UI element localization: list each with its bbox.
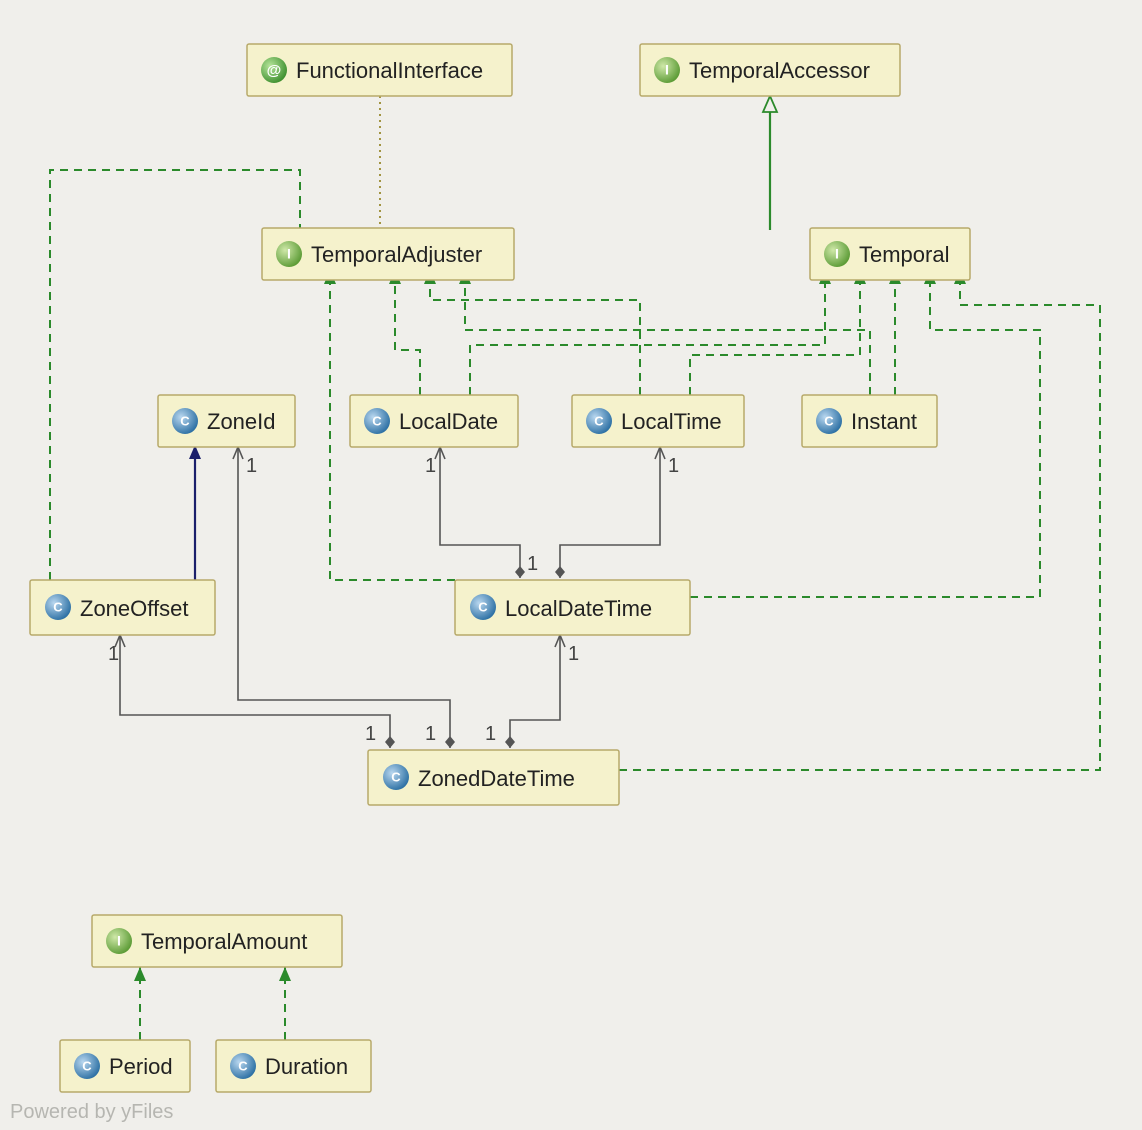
node-label: ZoneId — [207, 409, 276, 434]
node-label: Period — [109, 1054, 173, 1079]
node-zoneoffset: C ZoneOffset — [30, 580, 215, 635]
node-label: LocalDateTime — [505, 596, 652, 621]
node-functionalinterface: @ FunctionalInterface — [247, 44, 512, 96]
node-localdate: C LocalDate — [350, 395, 518, 447]
svg-text:I: I — [835, 246, 839, 262]
svg-text:C: C — [238, 1058, 248, 1073]
mult-zoneid: 1 — [246, 455, 257, 477]
node-label: Instant — [851, 409, 917, 434]
edge-instant-realize-adjuster — [465, 270, 870, 395]
node-label: TemporalAdjuster — [311, 242, 482, 267]
svg-text:C: C — [478, 599, 488, 614]
footer-watermark: Powered by yFiles — [10, 1101, 173, 1123]
node-period: C Period — [60, 1040, 190, 1092]
svg-text:C: C — [53, 599, 63, 614]
mult-localtime: 1 — [668, 455, 679, 477]
svg-text:C: C — [372, 413, 382, 428]
mult-localdate: 1 — [425, 455, 436, 477]
node-instant: C Instant — [802, 395, 937, 447]
node-temporaladjuster: I TemporalAdjuster — [262, 228, 514, 280]
mult-ldt-ld: 1 — [527, 553, 538, 575]
node-label: ZoneOffset — [80, 596, 188, 621]
edge-zdt-has-zoneid — [238, 447, 450, 748]
node-localdatetime: C LocalDateTime — [455, 580, 690, 635]
mult-zdt-zo: 1 — [365, 723, 376, 745]
mult-zoneoffset: 1 — [108, 643, 119, 665]
edge-localdate-realize-adjuster — [395, 270, 420, 395]
node-label: LocalTime — [621, 409, 722, 434]
edge-localdate-realize-temporal — [470, 270, 825, 395]
node-temporalamount: I TemporalAmount — [92, 915, 342, 967]
svg-text:I: I — [287, 246, 291, 262]
node-label: Duration — [265, 1054, 348, 1079]
node-zoneid: C ZoneId — [158, 395, 295, 447]
uml-diagram: 1 1 1 1 1 1 1 1 1 1 @ FunctionalInterfac… — [0, 0, 1142, 1130]
edge-localtime-realize-temporal — [690, 270, 860, 395]
edge-ldt-has-localtime — [560, 447, 660, 578]
node-label: FunctionalInterface — [296, 58, 483, 83]
node-zoneddatetime: C ZonedDateTime — [368, 750, 619, 805]
edge-zdt-has-localdatetime — [510, 635, 560, 748]
mult-ldt: 1 — [568, 643, 579, 665]
svg-text:C: C — [824, 413, 834, 428]
svg-text:I: I — [665, 62, 669, 78]
node-temporalaccessor: I TemporalAccessor — [640, 44, 900, 96]
node-label: Temporal — [859, 242, 949, 267]
mult-zdt-zi: 1 — [425, 723, 436, 745]
edge-zdt-has-zoneoffset — [120, 635, 390, 748]
node-temporal: I Temporal — [810, 228, 970, 280]
node-localtime: C LocalTime — [572, 395, 744, 447]
edge-ldt-has-localdate — [440, 447, 520, 578]
svg-text:@: @ — [267, 62, 282, 79]
node-label: TemporalAccessor — [689, 58, 870, 83]
svg-text:C: C — [82, 1058, 92, 1073]
node-duration: C Duration — [216, 1040, 371, 1092]
svg-text:C: C — [391, 769, 401, 784]
mult-zdt-ldt: 1 — [485, 723, 496, 745]
node-label: TemporalAmount — [141, 929, 307, 954]
svg-text:C: C — [180, 413, 190, 428]
edge-localtime-realize-adjuster — [430, 270, 640, 395]
node-label: ZonedDateTime — [418, 766, 575, 791]
node-label: LocalDate — [399, 409, 498, 434]
svg-text:C: C — [594, 413, 604, 428]
svg-text:I: I — [117, 933, 121, 949]
